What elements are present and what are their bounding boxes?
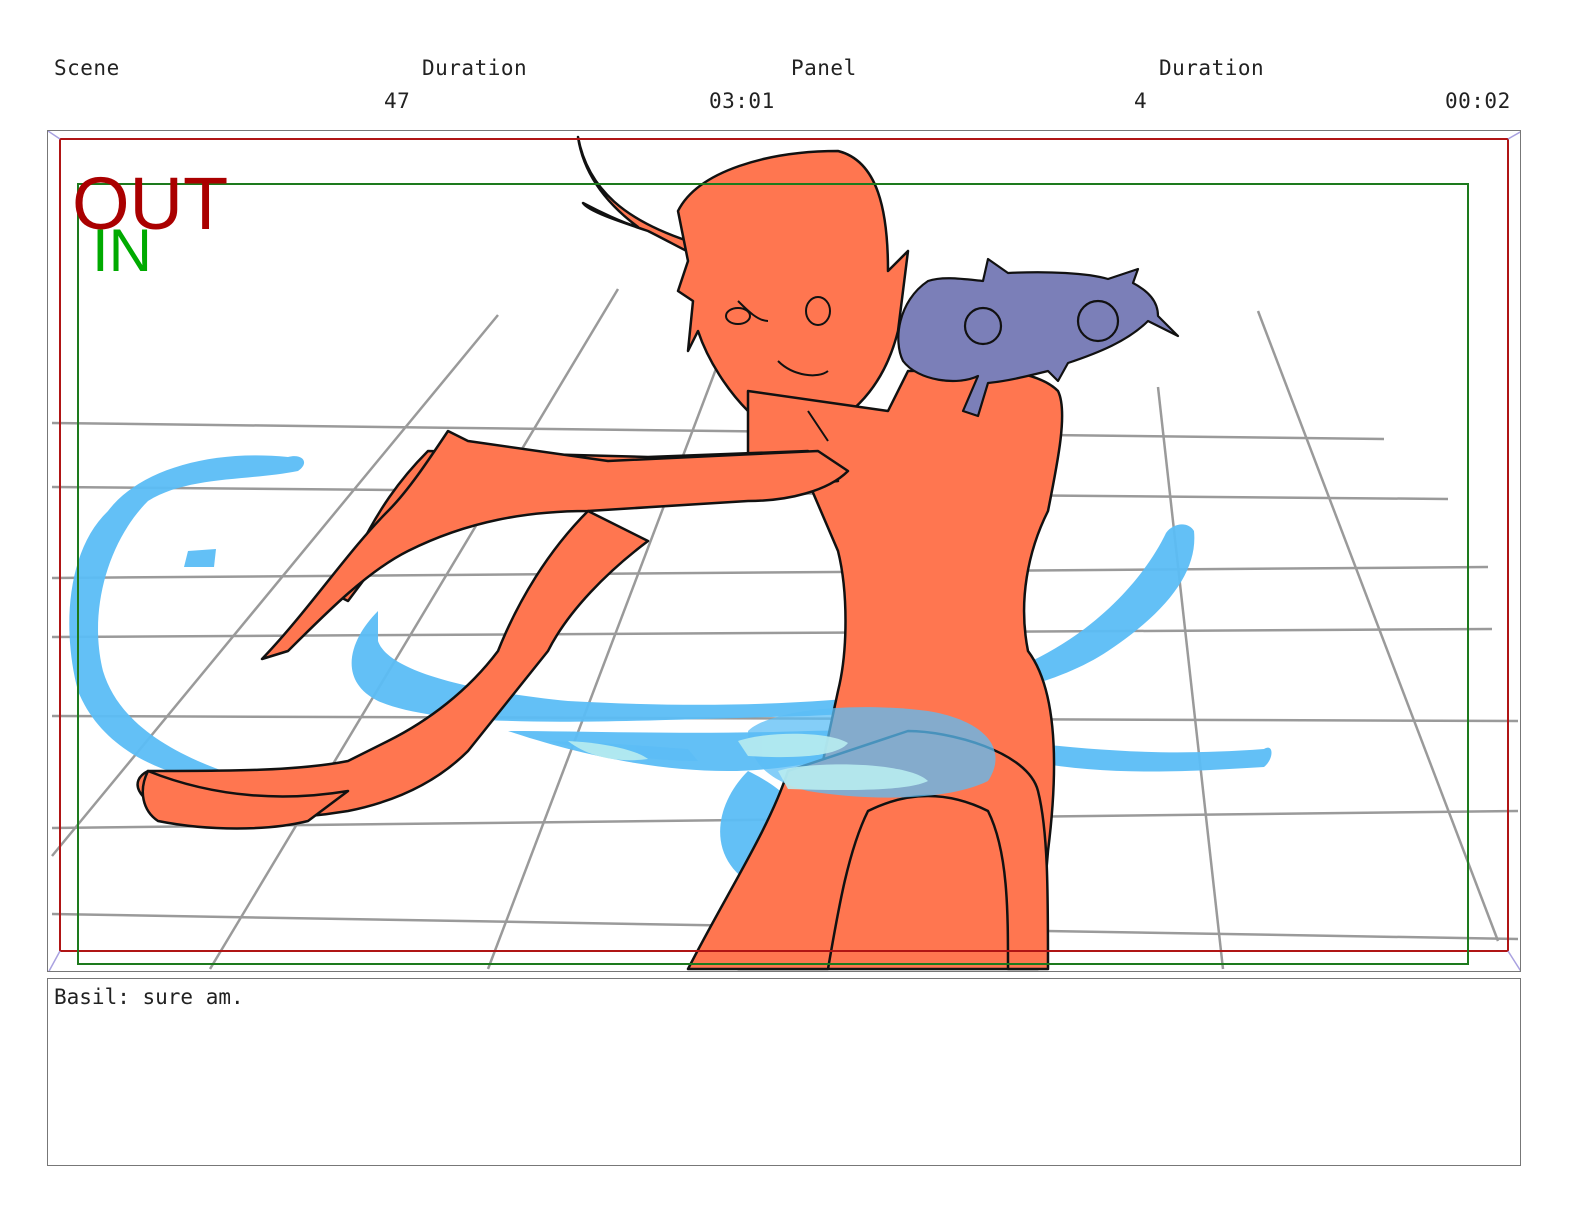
panel-duration-label: Duration (1159, 56, 1265, 80)
character-body (136, 135, 1064, 971)
scene-label: Scene (54, 56, 120, 80)
panel-duration-value: 00:02 (1445, 89, 1511, 113)
dialogue-text: Basil: sure am. (54, 985, 244, 1009)
scene-duration-label: Duration (422, 56, 528, 80)
scene-number: 47 (384, 89, 411, 113)
panel-drawing: OUT IN (48, 131, 1520, 971)
in-label: IN (92, 217, 152, 284)
dialogue-box: Basil: sure am. (47, 978, 1521, 1166)
panel-label: Panel (791, 56, 857, 80)
scene-duration-value: 03:01 (709, 89, 775, 113)
storyboard-panel: OUT IN (47, 130, 1521, 972)
panel-number: 4 (1134, 89, 1148, 113)
